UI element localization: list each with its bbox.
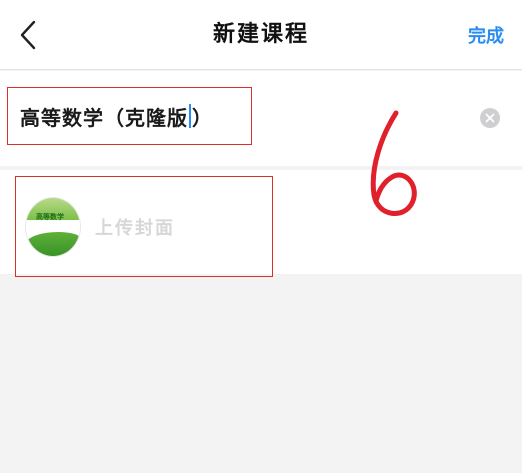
clear-input-button[interactable] [480,108,500,128]
course-name-input[interactable]: 高等数学（克隆版） [7,87,252,145]
back-button[interactable] [12,18,44,52]
navigation-bar: 新建课程 完成 [0,0,522,70]
upload-cover-button[interactable]: 高等数学 上传封面 [15,176,273,277]
handwritten-six-annotation [370,110,417,216]
thumbnail-green-wave [26,232,80,256]
done-button[interactable]: 完成 [468,22,504,48]
cover-thumbnail: 高等数学 [25,197,81,257]
page-title: 新建课程 [212,22,309,47]
chevron-left-icon [20,20,36,50]
text-caret [189,104,191,128]
thumbnail-title: 高等数学 [36,212,64,221]
course-name-row: 高等数学（克隆版） [0,71,522,166]
close-icon [485,113,495,123]
course-name-text: 高等数学（克隆版 [20,105,188,130]
upload-cover-label: 上传封面 [95,218,175,239]
cover-row: 高等数学 上传封面 [0,170,522,277]
course-name-text-tail: ） [192,105,213,130]
